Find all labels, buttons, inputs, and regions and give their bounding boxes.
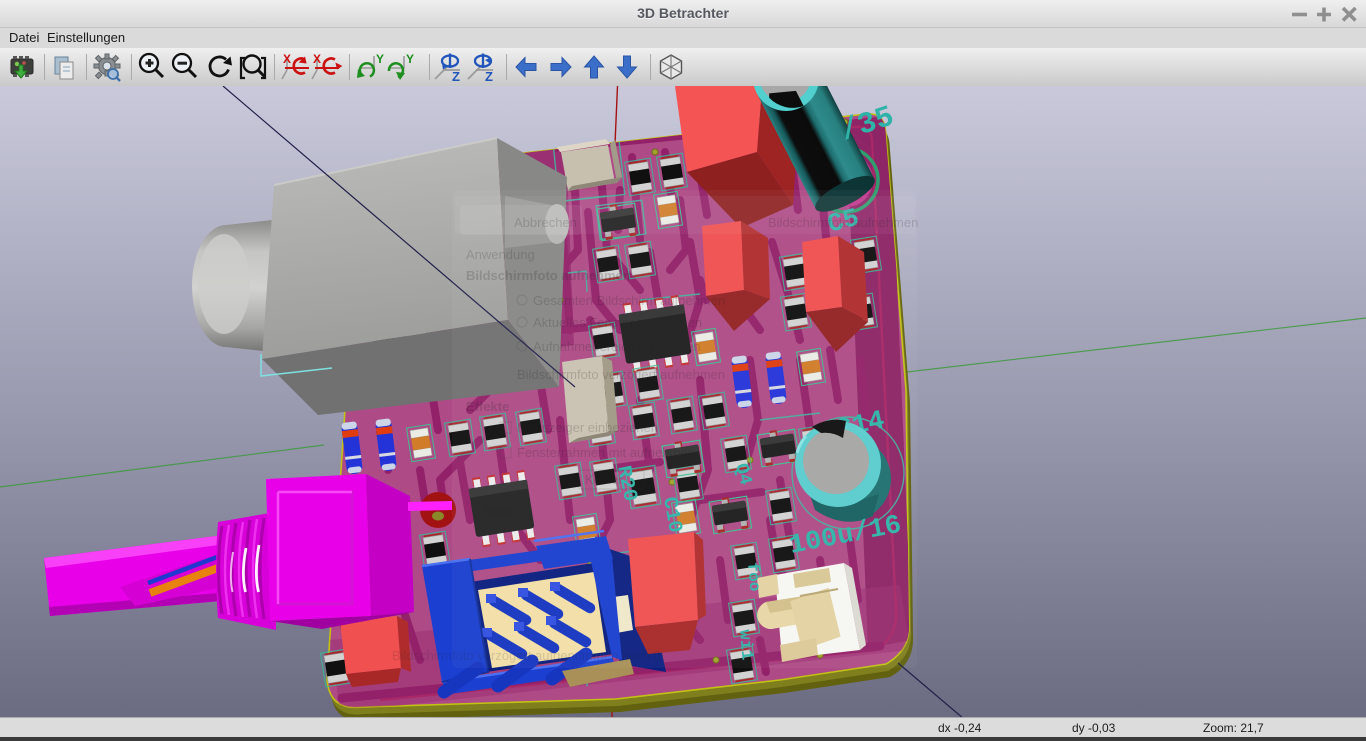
svg-text:Y: Y xyxy=(376,52,384,66)
svg-text:Bildschirmfoto verzögert aufge: Bildschirmfoto verzögert aufgenommen nac… xyxy=(392,648,661,663)
svg-text:Fensterrahmen mit aufnehmen: Fensterrahmen mit aufnehmen xyxy=(517,445,695,460)
svg-text:Hilfe: Hilfe xyxy=(484,504,510,519)
svg-text:Z: Z xyxy=(452,69,460,84)
svg-text:Effekte: Effekte xyxy=(466,399,509,414)
svg-text:Anwendung: Anwendung xyxy=(466,247,535,262)
svg-text:Aktuelles Fenster aufnehmen: Aktuelles Fenster aufnehmen xyxy=(533,315,702,330)
svg-text:Abbrechen: Abbrechen xyxy=(514,215,577,230)
svg-text:X: X xyxy=(313,52,321,66)
svg-text:Bildschirmfoto aufnehmen: Bildschirmfoto aufnehmen xyxy=(466,268,631,283)
svg-text:Gesamten Bildschirm aufnehmen: Gesamten Bildschirm aufnehmen xyxy=(533,293,725,308)
svg-text:Bildschirmfoto verzögert aufne: Bildschirmfoto verzögert aufnehmen xyxy=(517,367,725,382)
svg-text:Keiner: Keiner xyxy=(585,472,623,487)
svg-text:Aufnahmebereich auswählen: Aufnahmebereich auswählen xyxy=(533,339,701,354)
svg-text:Bildschirmfoto aufnehmen: Bildschirmfoto aufnehmen xyxy=(768,215,918,230)
svg-text:Mauszeiger einbeziehen: Mauszeiger einbeziehen xyxy=(517,420,658,435)
svg-text:X: X xyxy=(283,52,291,66)
svg-text:n:: n: xyxy=(560,472,571,487)
svg-text:Y: Y xyxy=(406,52,414,66)
svg-text:Z: Z xyxy=(485,69,493,84)
